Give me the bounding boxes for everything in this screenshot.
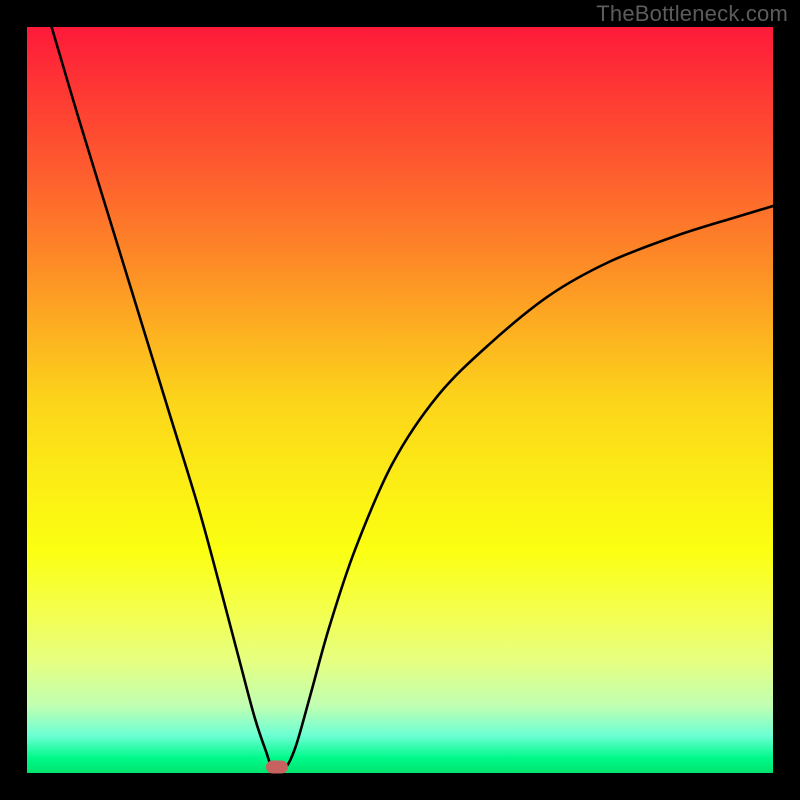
watermark-text: TheBottleneck.com — [596, 1, 788, 27]
bottleneck-curve — [52, 27, 773, 772]
plot-area — [27, 27, 773, 773]
curve-svg — [27, 27, 773, 773]
optimum-marker — [266, 761, 288, 774]
chart-frame: TheBottleneck.com — [0, 0, 800, 800]
